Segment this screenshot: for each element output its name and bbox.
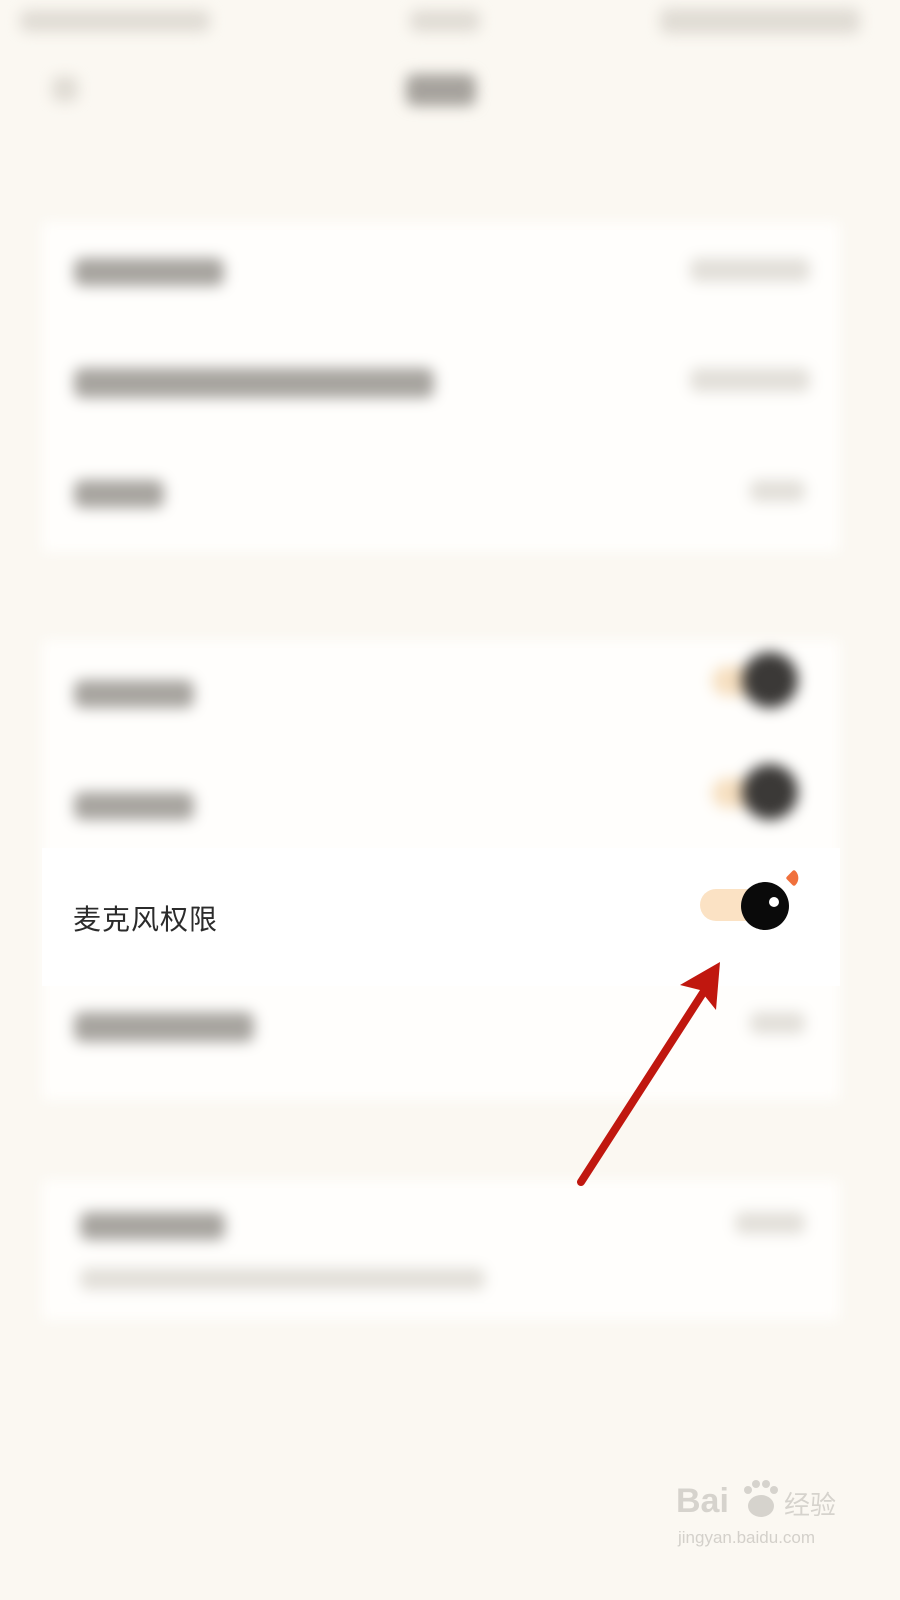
settings-row-2[interactable] (74, 368, 434, 398)
settings-row-4-toggle[interactable] (712, 652, 802, 708)
settings-row-3[interactable] (74, 480, 164, 508)
svg-text:经验: 经验 (784, 1491, 836, 1521)
baidu-logo: Bai 经验 (676, 1480, 836, 1521)
settings-row-5-toggle[interactable] (712, 764, 802, 820)
settings-row-7[interactable] (74, 1012, 254, 1042)
settings-row-8-value (735, 1212, 805, 1234)
settings-row-1[interactable] (74, 258, 224, 286)
page-title (406, 74, 476, 106)
orange-badge-icon (785, 869, 803, 887)
settings-row-3-value (750, 480, 805, 502)
settings-row-5[interactable] (74, 792, 194, 820)
settings-row-4[interactable] (74, 680, 194, 708)
settings-row-8-title[interactable] (80, 1212, 225, 1240)
status-bar-center (410, 10, 480, 32)
settings-row-2-value (690, 368, 810, 392)
watermark-url: jingyan.baidu.com (678, 1528, 816, 1547)
status-bar-left (20, 10, 210, 32)
baidu-jingyan-watermark: Bai 经验 jingyan.baidu.com (676, 1472, 856, 1552)
blurred-background (0, 0, 882, 1568)
back-icon[interactable] (52, 76, 78, 102)
mic-permission-label: 麦克风权限 (73, 903, 219, 936)
settings-row-8-desc (80, 1268, 485, 1290)
svg-text:Bai: Bai (676, 1482, 729, 1520)
settings-row-1-value (690, 258, 810, 282)
toggle-knob (741, 882, 789, 930)
settings-card-3 (42, 1180, 840, 1320)
settings-row-7-value (750, 1012, 805, 1034)
settings-item-mic-permission[interactable]: 麦克风权限 (42, 848, 840, 986)
toggle-knob-highlight (769, 897, 779, 907)
status-bar-right (660, 8, 860, 34)
mic-permission-toggle[interactable] (700, 869, 803, 932)
